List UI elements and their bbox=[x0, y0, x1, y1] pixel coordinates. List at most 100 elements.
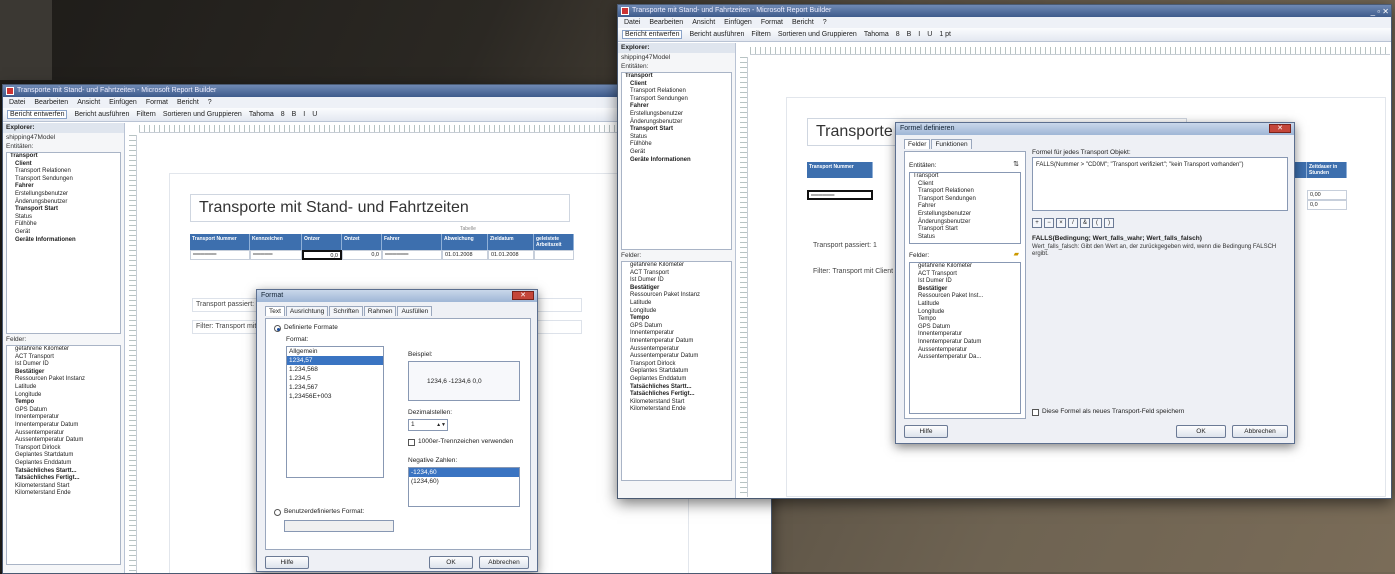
tree-item[interactable]: ACT Transport bbox=[910, 271, 1020, 279]
table-cell[interactable]: 01.01.2008 bbox=[488, 250, 534, 260]
operator-button[interactable]: ( bbox=[1092, 218, 1102, 228]
ok-button[interactable]: OK bbox=[1176, 425, 1226, 438]
tree-item[interactable]: Client bbox=[622, 81, 731, 89]
tree-item[interactable]: Erstellungsbenutzer bbox=[910, 211, 1020, 219]
toolbar-item[interactable]: I bbox=[303, 111, 305, 118]
tab-1[interactable]: Funktionen bbox=[931, 139, 972, 149]
dialog-title[interactable]: Format ✕ bbox=[257, 290, 537, 302]
toolbar-item[interactable]: Filtern bbox=[136, 111, 155, 118]
tree-item[interactable]: Transport Relationen bbox=[910, 188, 1020, 196]
negative-option[interactable]: -1234,60 bbox=[409, 468, 519, 477]
table-cell[interactable]: 0,0 bbox=[1307, 200, 1347, 210]
tree-item[interactable]: Aussentemperatur Da... bbox=[910, 354, 1020, 362]
format-option[interactable]: 1.234,567 bbox=[287, 383, 383, 392]
formula-input[interactable]: FALLS(Nummer > "CD0M"; "Transport verifi… bbox=[1032, 157, 1288, 211]
menu-item[interactable]: ? bbox=[823, 19, 827, 26]
tree-item[interactable]: Ressourcen Paket Inst... bbox=[910, 293, 1020, 301]
tree-item[interactable]: Status bbox=[622, 134, 731, 142]
toolbar-item[interactable]: U bbox=[312, 111, 317, 118]
toolbar-item[interactable]: 8 bbox=[281, 111, 285, 118]
toolbar-item[interactable]: B bbox=[907, 31, 912, 38]
tree-item[interactable]: Transport Start bbox=[7, 206, 120, 214]
menu-item[interactable]: Datei bbox=[9, 99, 25, 106]
tree-item[interactable]: Geplantes Startdatum bbox=[622, 368, 731, 376]
tree-item[interactable]: Gerät bbox=[7, 229, 120, 237]
table-cell[interactable]: 0,0 bbox=[342, 250, 382, 260]
format-list[interactable]: Allgemein 1234,57 1.234,568 1.234,5 1.234,56… bbox=[286, 346, 384, 478]
help-button[interactable]: Hilfe bbox=[904, 425, 948, 438]
cancel-button[interactable]: Abbrechen bbox=[1232, 425, 1288, 438]
tree-item[interactable]: Transport Sendungen bbox=[910, 196, 1020, 204]
tree-item[interactable]: Ressourcen Paket Instanz bbox=[622, 292, 731, 300]
toolbar-item[interactable]: Tahoma bbox=[864, 31, 889, 38]
column-header[interactable]: Ontzet bbox=[342, 234, 382, 250]
tree-item[interactable]: GPS Datum bbox=[910, 324, 1020, 332]
menu-item[interactable]: Format bbox=[761, 19, 783, 26]
tree-item[interactable]: Geräte Informationen bbox=[7, 237, 120, 245]
menu-item[interactable]: Bearbeiten bbox=[649, 19, 683, 26]
window-controls-icon[interactable]: _ ▫ ✕ bbox=[1371, 6, 1389, 18]
tree-item[interactable]: Transport Dirlock bbox=[7, 445, 120, 453]
table-cell[interactable]: 0,00 bbox=[1307, 190, 1347, 200]
tree-item[interactable]: Änderungsbenutzer bbox=[910, 219, 1020, 227]
table-cell[interactable]: ══════ bbox=[190, 250, 250, 260]
toolbar-item[interactable]: Filtern bbox=[751, 31, 770, 38]
menu-item[interactable]: Ansicht bbox=[77, 99, 100, 106]
tree-item[interactable]: Client bbox=[910, 181, 1020, 189]
tree-item[interactable]: Transport Start bbox=[910, 226, 1020, 234]
toolbar-item[interactable]: U bbox=[927, 31, 932, 38]
tree-item[interactable]: Longitude bbox=[622, 308, 731, 316]
report-title[interactable]: Transporte mit Stand- und Fahrtzeiten bbox=[190, 194, 570, 222]
tree-item[interactable]: Fahrer bbox=[7, 183, 120, 191]
entities-tree[interactable]: Transport Client Transport Relationen Trans… bbox=[621, 72, 732, 250]
tree-item[interactable]: Fahrer bbox=[622, 103, 731, 111]
entities-tree[interactable]: Transport Client Transport Relationen Trans… bbox=[6, 152, 121, 334]
menu-item[interactable]: Bericht bbox=[177, 99, 199, 106]
column-header[interactable]: Ontzer bbox=[302, 234, 342, 250]
tree-item[interactable]: Innentemperatur bbox=[622, 330, 731, 338]
menu-item[interactable]: Bericht bbox=[792, 19, 814, 26]
column-header[interactable]: Zieldatum bbox=[488, 234, 534, 250]
operator-button[interactable]: / bbox=[1068, 218, 1078, 228]
tree-item[interactable]: Änderungsbenutzer bbox=[622, 119, 731, 127]
tree-item[interactable]: Gerät bbox=[622, 149, 731, 157]
thousands-checkbox[interactable] bbox=[408, 439, 415, 446]
column-header[interactable]: Fahrer bbox=[382, 234, 442, 250]
selected-cell[interactable]: ══════ bbox=[807, 190, 873, 200]
tree-item[interactable]: Transport Start bbox=[622, 126, 731, 134]
toolbar-item[interactable]: Bericht ausführen bbox=[74, 111, 129, 118]
tree-item[interactable]: Aussentemperatur bbox=[7, 430, 120, 438]
menu-item[interactable]: Format bbox=[146, 99, 168, 106]
tree-item[interactable]: Tatsächliches Fertigt... bbox=[622, 391, 731, 399]
close-icon[interactable]: ✕ bbox=[1269, 124, 1291, 133]
tree-item[interactable]: Transport Sendungen bbox=[7, 176, 120, 184]
tree-item[interactable]: Transport Relationen bbox=[622, 88, 731, 96]
tree-item[interactable]: ACT Transport bbox=[622, 270, 731, 278]
toolbar-item[interactable]: 1 pt bbox=[939, 31, 951, 38]
tree-item[interactable]: GPS Datum bbox=[7, 407, 120, 415]
close-icon[interactable]: ✕ bbox=[512, 291, 534, 300]
folder-icon[interactable]: ▰ bbox=[1014, 250, 1019, 258]
tab-4[interactable]: Ausfüllen bbox=[397, 306, 433, 316]
tree-item[interactable]: Longitude bbox=[910, 309, 1020, 317]
tree-item[interactable]: Kilometerstand Ende bbox=[7, 490, 120, 498]
cancel-button[interactable]: Abbrechen bbox=[479, 556, 529, 569]
tree-item[interactable]: Geplantes Enddatum bbox=[7, 460, 120, 468]
tree-item[interactable]: Erstellungsbenutzer bbox=[7, 191, 120, 199]
model-name[interactable]: shipping47Model bbox=[618, 53, 735, 62]
format-option[interactable]: Allgemein bbox=[287, 347, 383, 356]
column-header[interactable]: Transport Nummer bbox=[190, 234, 250, 250]
toolbar-item[interactable]: 8 bbox=[896, 31, 900, 38]
fields-tree[interactable]: gefahrene Kilometer ACT Transport Ist Dume… bbox=[909, 262, 1021, 414]
operator-button[interactable]: & bbox=[1080, 218, 1090, 228]
toolbar-item[interactable]: I bbox=[918, 31, 920, 38]
menu-item[interactable]: ? bbox=[208, 99, 212, 106]
tree-item[interactable]: Ist Dumer ID bbox=[7, 361, 120, 369]
format-option[interactable]: 1.234,5 bbox=[287, 374, 383, 383]
table-cell[interactable]: 01.01.2008 bbox=[442, 250, 488, 260]
model-name[interactable]: shipping47Model bbox=[3, 133, 124, 142]
menu-item[interactable]: Einfügen bbox=[109, 99, 137, 106]
entities-tree[interactable]: Transport Client Transport Relationen Trans… bbox=[909, 172, 1021, 244]
selected-cell[interactable]: 0,0 bbox=[302, 250, 342, 260]
tree-item[interactable]: Ist Dumer ID bbox=[622, 277, 731, 285]
